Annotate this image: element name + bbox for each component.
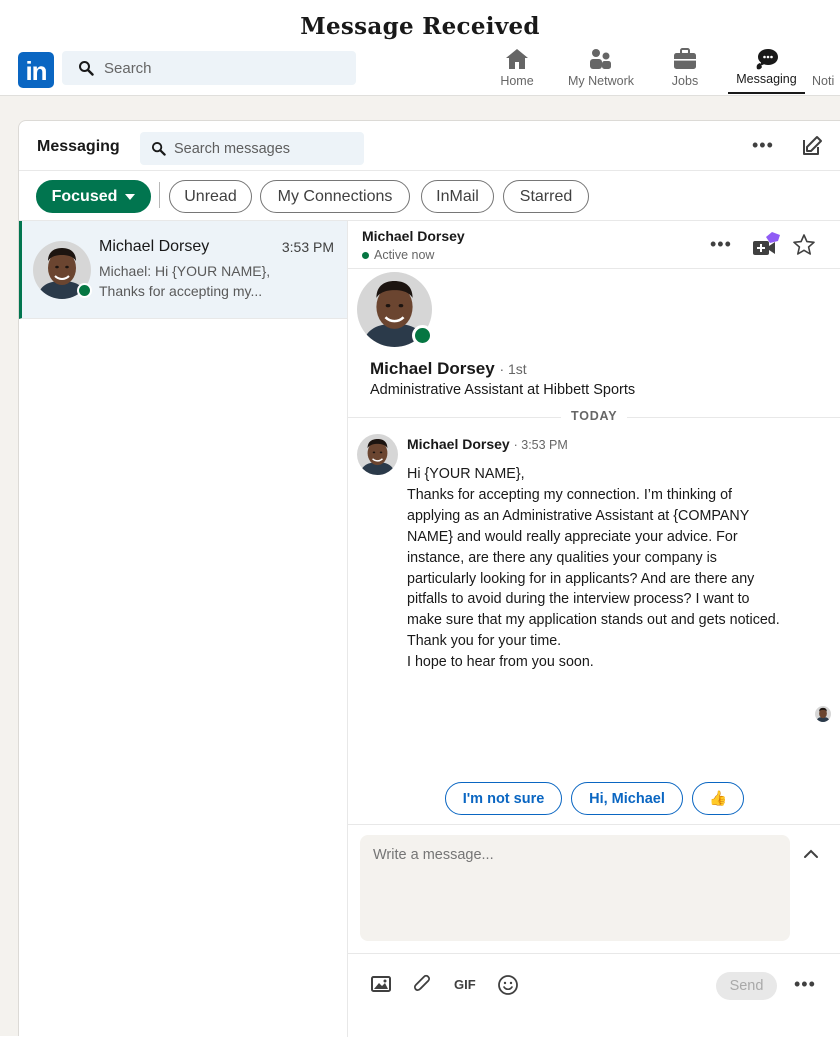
nav-home[interactable]: Home xyxy=(492,46,542,94)
filter-starred[interactable]: Starred xyxy=(503,180,589,213)
read-receipt-avatar xyxy=(815,706,831,722)
profile-headline: Administrative Assistant at Hibbett Spor… xyxy=(370,382,636,398)
conversation-name: Michael Dorsey xyxy=(99,238,210,255)
day-label: TODAY xyxy=(561,409,628,423)
filter-focused-label: Focused xyxy=(51,187,118,205)
nav-notifications-label: Noti xyxy=(812,74,835,88)
message-line: Thank you for your time. xyxy=(407,633,562,650)
nav-jobs[interactable]: Jobs xyxy=(664,46,706,94)
global-nav: in Search Home My Network Jobs Messaging… xyxy=(0,42,840,96)
filter-my-connections[interactable]: My Connections xyxy=(260,180,410,213)
briefcase-icon xyxy=(674,48,696,69)
profile-name[interactable]: Michael Dorsey · 1st xyxy=(370,359,527,379)
home-icon xyxy=(506,49,528,69)
filter-unread[interactable]: Unread xyxy=(169,180,252,213)
network-icon xyxy=(590,49,611,69)
search-messages-placeholder: Search messages xyxy=(174,140,291,157)
online-indicator xyxy=(77,283,92,298)
active-status-dot xyxy=(362,252,369,259)
nav-home-label: Home xyxy=(500,74,534,88)
send-button[interactable]: Send xyxy=(716,972,777,1000)
messaging-title: Messaging xyxy=(37,138,120,155)
nav-messaging-label: Messaging xyxy=(736,72,797,86)
thread-header: Michael Dorsey Active now ••• xyxy=(348,221,840,269)
compose-icon[interactable] xyxy=(801,135,823,157)
quick-reply-hi-michael[interactable]: Hi, Michael xyxy=(571,782,683,815)
connection-degree: · 1st xyxy=(499,361,527,377)
messaging-icon xyxy=(756,49,778,70)
message-line: Thanks for accepting my connection. I’m … xyxy=(407,486,780,629)
quick-reply-not-sure[interactable]: I'm not sure xyxy=(445,782,562,815)
message-input[interactable] xyxy=(360,835,790,941)
global-search-placeholder: Search xyxy=(104,59,152,77)
nav-notifications[interactable]: Noti xyxy=(812,46,840,94)
nav-my-network-label: My Network xyxy=(568,74,634,88)
attachment-icon[interactable] xyxy=(412,974,434,996)
emoji-icon[interactable] xyxy=(497,974,519,996)
composer-toolbar-divider xyxy=(348,953,840,954)
filter-divider xyxy=(159,182,160,208)
search-icon xyxy=(79,61,94,76)
conversation-item[interactable]: Michael Dorsey 3:53 PM Michael: Hi {YOUR… xyxy=(19,221,347,319)
filter-bar: Focused Unread My Connections InMail Sta… xyxy=(19,171,840,221)
nav-my-network[interactable]: My Network xyxy=(562,46,640,94)
messaging-panel: Messaging Search messages ••• Focused Un… xyxy=(18,120,840,1037)
online-indicator xyxy=(412,325,433,346)
star-icon[interactable] xyxy=(792,233,816,257)
message-line: Hi {YOUR NAME}, xyxy=(407,466,525,482)
message-sender: Michael Dorsey · 3:53 PM xyxy=(407,436,568,452)
search-icon xyxy=(151,141,166,156)
thread-contact-name[interactable]: Michael Dorsey xyxy=(362,228,465,244)
message-body: Hi {YOUR NAME}, Thanks for accepting my … xyxy=(407,464,787,673)
chevron-up-icon[interactable] xyxy=(803,849,819,859)
sender-avatar[interactable] xyxy=(357,434,398,475)
message-thread: Michael Dorsey Active now ••• Michael Do… xyxy=(348,221,840,1037)
linkedin-logo[interactable]: in xyxy=(18,52,54,88)
filter-focused[interactable]: Focused xyxy=(36,180,151,213)
page-caption: Message Received xyxy=(300,13,540,40)
profile-name-text: Michael Dorsey xyxy=(370,359,495,378)
message-time: · 3:53 PM xyxy=(513,438,568,452)
composer-divider xyxy=(348,824,840,825)
messaging-more-button[interactable]: ••• xyxy=(752,135,774,156)
message-line: I hope to hear from you soon. xyxy=(407,654,594,671)
sender-name[interactable]: Michael Dorsey xyxy=(407,436,510,452)
thread-status: Active now xyxy=(374,248,435,262)
quick-reply-thumbs-up[interactable]: 👍 xyxy=(692,782,744,815)
filter-inmail[interactable]: InMail xyxy=(421,180,494,213)
caret-down-icon xyxy=(125,193,136,200)
gif-button[interactable]: GIF xyxy=(454,977,476,992)
conversation-time: 3:53 PM xyxy=(281,239,334,255)
thread-more-button[interactable]: ••• xyxy=(710,234,732,255)
messaging-header: Messaging Search messages ••• xyxy=(19,121,840,171)
nav-jobs-label: Jobs xyxy=(671,74,699,88)
image-icon[interactable] xyxy=(370,974,392,994)
video-call-icon[interactable] xyxy=(752,231,782,259)
conversation-preview: Michael: Hi {YOUR NAME}, Thanks for acce… xyxy=(99,263,271,299)
composer-more-button[interactable]: ••• xyxy=(794,974,816,995)
search-messages-input[interactable]: Search messages xyxy=(140,132,364,165)
nav-messaging[interactable]: Messaging xyxy=(728,46,805,94)
global-search-input[interactable]: Search xyxy=(62,51,356,85)
conversation-list: Michael Dorsey 3:53 PM Michael: Hi {YOUR… xyxy=(19,221,348,1037)
